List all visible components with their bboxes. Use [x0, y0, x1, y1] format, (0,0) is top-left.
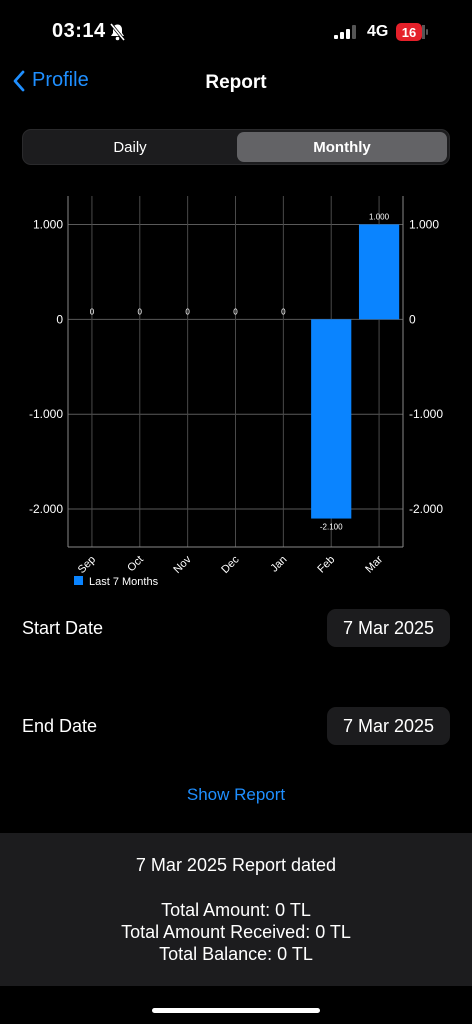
x-tick-label: Jan	[268, 554, 289, 575]
data-label: 0	[185, 307, 190, 316]
y-tick-label-right: -1.000	[409, 407, 443, 421]
end-date-picker[interactable]: 7 Mar 2025	[327, 707, 450, 745]
x-tick-label: Feb	[315, 554, 337, 576]
end-date-label: End Date	[22, 716, 98, 736]
report-summary: 7 Mar 2025 Report dated Total Amount: 0 …	[0, 833, 472, 986]
bar-feb	[311, 319, 352, 519]
start-date-picker[interactable]: 7 Mar 2025	[327, 609, 450, 647]
data-label: 1.000	[369, 212, 390, 221]
x-tick-label: Mar	[363, 553, 385, 575]
total-amount: Total Amount: 0 TL	[161, 900, 311, 920]
network-type: 4G	[367, 23, 389, 40]
segment-monthly[interactable]: Monthly	[237, 132, 447, 162]
navigation-bar: Profile Report	[0, 62, 472, 106]
signal-icon	[334, 25, 356, 39]
y-tick-label-left: -2.000	[29, 502, 63, 516]
period-segmented-control: Daily Monthly	[22, 129, 450, 165]
data-label: -2.100	[320, 523, 343, 532]
data-label: 0	[138, 307, 143, 316]
summary-title: 7 Mar 2025 Report dated	[135, 855, 337, 875]
y-tick-label-right: 1.000	[409, 217, 439, 231]
data-label: 0	[90, 307, 95, 316]
x-tick-label: Oct	[125, 554, 146, 575]
y-tick-label-right: -2.000	[409, 502, 443, 516]
page-title: Report	[205, 72, 267, 93]
y-tick-label-right: 0	[409, 312, 416, 326]
y-tick-label-left: 1.000	[33, 217, 63, 231]
bell-slash-icon	[109, 23, 126, 41]
x-tick-label: Nov	[171, 553, 194, 576]
chart-svg: 1.000 1.000 0 0 -1.000 -1.000 -2.000 -2.000 0 Sep…	[29, 196, 443, 588]
total-balance: Total Balance: 0 TL	[159, 944, 313, 964]
status-bar: 03:14 4G 16	[0, 0, 472, 64]
status-time: 03:14	[52, 20, 106, 42]
segment-daily[interactable]: Daily	[25, 132, 235, 162]
battery-level: 16	[396, 23, 422, 41]
total-amount-received: Total Amount Received: 0 TL	[121, 922, 351, 942]
data-label: 0	[281, 307, 286, 316]
start-date-label: Start Date	[22, 618, 104, 638]
y-tick-label-left: -1.000	[29, 407, 63, 421]
bar-chart: 1.000 1.000 0 0 -1.000 -1.000 -2.000 -2.000 0 Sep…	[0, 190, 472, 590]
y-tick-label-left: 0	[56, 312, 63, 326]
data-label: 0	[233, 307, 238, 316]
x-tick-label: Sep	[76, 554, 98, 576]
battery-icon: 16	[396, 23, 428, 41]
legend-label: Last 7 Months	[89, 576, 159, 588]
bar-mar	[358, 224, 400, 320]
legend-swatch	[74, 576, 83, 585]
home-indicator	[152, 1008, 320, 1013]
show-report-button[interactable]: Show Report	[0, 785, 472, 805]
x-tick-label: Dec	[219, 553, 242, 576]
